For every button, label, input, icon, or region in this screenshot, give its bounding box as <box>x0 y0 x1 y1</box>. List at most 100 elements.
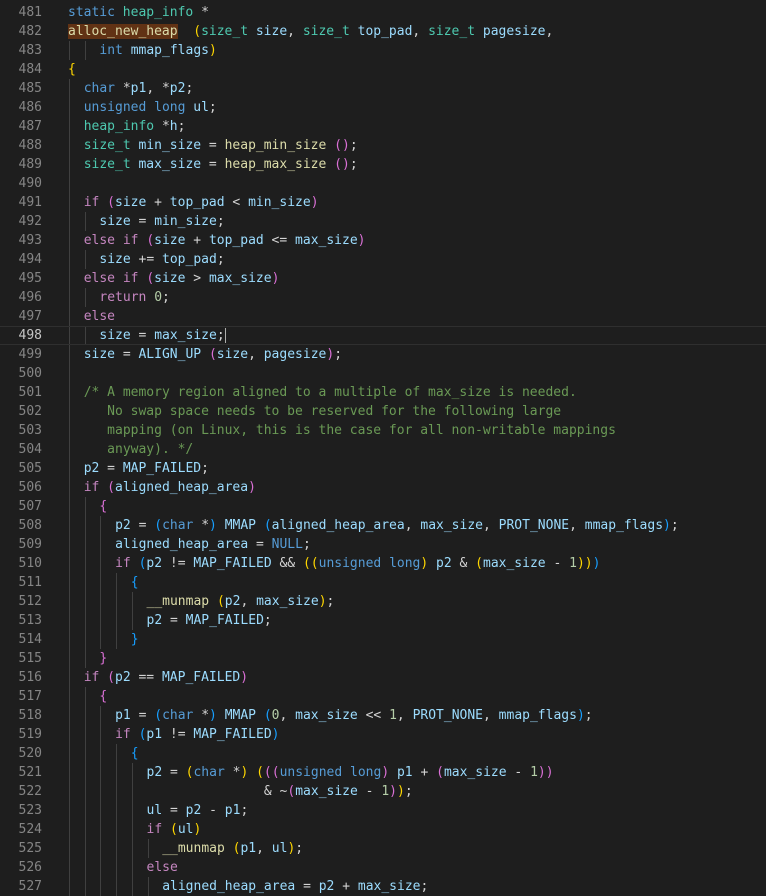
code-line[interactable]: 524 if (ul) <box>0 820 766 839</box>
code-line[interactable]: 513 p2 = MAP_FAILED; <box>0 611 766 630</box>
line-number: 503 <box>18 423 42 438</box>
code-line[interactable]: 506 if (aligned_heap_area) <box>0 478 766 497</box>
code-token: ; <box>404 784 413 799</box>
code-line[interactable]: 498 size = max_size; <box>0 326 766 345</box>
code-line[interactable]: 485 char *p1, *p2; <box>0 79 766 98</box>
code-token: max_size <box>256 594 319 609</box>
code-token: ; <box>263 613 272 628</box>
code-token: = <box>130 214 155 229</box>
code-text: & ~(max_size - 1)); <box>147 782 413 801</box>
code-line[interactable]: 525 __munmap (p1, ul); <box>0 839 766 858</box>
code-token: <= <box>263 233 296 248</box>
indent-guide <box>100 801 102 820</box>
code-text: p2 = (char *) MMAP (aligned_heap_area, m… <box>115 516 679 535</box>
code-line[interactable]: 496 return 0; <box>0 288 766 307</box>
code-line[interactable]: 522 & ~(max_size - 1)); <box>0 782 766 801</box>
indent-guide <box>69 307 70 326</box>
indent-guide <box>69 516 70 535</box>
indent-guide <box>100 839 102 858</box>
code-line[interactable]: 482 alloc_new_heap (size_t size, size_t t… <box>0 22 766 41</box>
code-line[interactable]: 508 p2 = (char *) MMAP (aligned_heap_area… <box>0 516 766 535</box>
code-line[interactable]: 526 else <box>0 858 766 877</box>
code-token: ) <box>592 556 601 571</box>
code-line[interactable]: 490 <box>0 174 766 193</box>
code-line[interactable]: 514} <box>0 630 766 649</box>
code-line[interactable]: 516 if (p2 == MAP_FAILED) <box>0 668 766 687</box>
code-line[interactable]: 505 p2 = MAP_FAILED; <box>0 459 766 478</box>
code-text: { <box>131 573 139 592</box>
code-line[interactable]: 501 /* A memory region aligned to a multi… <box>0 383 766 402</box>
code-line[interactable]: 523 ul = p2 - p1; <box>0 801 766 820</box>
code-token: size_t <box>83 157 131 172</box>
code-token: , <box>483 708 499 723</box>
line-number: 519 <box>18 727 42 742</box>
line-number: 522 <box>18 784 42 799</box>
line-number: 489 <box>18 157 42 172</box>
code-token: max_size <box>420 518 483 533</box>
line-number: 488 <box>18 138 42 153</box>
code-line[interactable]: 509 aligned_heap_area = NULL; <box>0 535 766 554</box>
code-line[interactable]: 500 <box>0 364 766 383</box>
code-token: p1 <box>115 708 131 723</box>
code-line[interactable]: 512 __munmap (p2, max_size); <box>0 592 766 611</box>
code-token: = <box>248 537 272 552</box>
indent-guide <box>100 630 102 649</box>
code-line[interactable]: 495 else if (size > max_size) <box>0 269 766 288</box>
code-token: max_size <box>443 765 507 780</box>
code-token: , * <box>146 81 170 96</box>
code-token: , <box>256 841 272 856</box>
code-line[interactable]: 494 size += top_pad; <box>0 250 766 269</box>
code-text: size = max_size; <box>99 327 226 344</box>
code-line[interactable]: 484 { <box>0 60 766 79</box>
code-line[interactable]: 497 else <box>0 307 766 326</box>
code-line[interactable]: 481 static heap_info * <box>0 3 766 22</box>
code-line[interactable]: 486 unsigned long ul; <box>0 98 766 117</box>
code-line[interactable]: 483 int mmap_flags) <box>0 41 766 60</box>
code-line[interactable]: 503 mapping (on Linux, this is the case … <box>0 421 766 440</box>
code-text: __munmap (p2, max_size); <box>147 592 335 611</box>
indent-guide <box>69 174 70 193</box>
code-token: 1 <box>381 784 390 799</box>
code-line[interactable]: 520 { <box>0 744 766 763</box>
code-line[interactable]: 489 size_t max_size = heap_max_size (); <box>0 155 766 174</box>
indent-guide <box>84 250 86 269</box>
code-token: size <box>154 271 186 286</box>
code-token: size <box>83 347 115 362</box>
line-number: 502 <box>18 404 42 419</box>
code-token: ul <box>271 841 288 856</box>
code-line[interactable]: 515} <box>0 649 766 668</box>
code-token: if <box>115 727 131 742</box>
line-number: 514 <box>18 632 42 647</box>
code-line[interactable]: 499 size = ALIGN_UP (size, pagesize); <box>0 345 766 364</box>
code-line[interactable]: 493 else if (size + top_pad <= max_size) <box>0 231 766 250</box>
code-line[interactable]: 502 No swap space needs to be reserved f… <box>0 402 766 421</box>
code-line[interactable]: 488 size_t min_size = heap_min_size (); <box>0 136 766 155</box>
code-text: size_t min_size = heap_min_size (); <box>84 136 358 155</box>
code-line[interactable]: 510 if (p2 != MAP_FAILED && ((unsigned lo… <box>0 554 766 573</box>
code-line[interactable]: 491 if (size + top_pad < min_size) <box>0 193 766 212</box>
indent-guide <box>84 611 86 630</box>
code-text: __munmap (p1, ul); <box>162 839 303 858</box>
code-line[interactable]: 487 heap_info *h; <box>0 117 766 136</box>
code-token: ; <box>201 461 209 476</box>
code-editor[interactable]: 481 static heap_info * 482 alloc_new_heap (… <box>0 3 766 896</box>
code-line[interactable]: 521 p2 = (char *) (((unsigned long) p1 + … <box>0 763 766 782</box>
code-token: } <box>99 651 108 666</box>
code-line[interactable]: 511 { <box>0 573 766 592</box>
line-number: 513 <box>18 613 42 628</box>
line-number: 485 <box>18 81 42 96</box>
code-line[interactable]: 519 if (p1 != MAP_FAILED) <box>0 725 766 744</box>
code-line[interactable]: 492 size = min_size; <box>0 212 766 231</box>
code-line[interactable]: 517 { <box>0 687 766 706</box>
code-line[interactable]: 518 p1 = (char *) MMAP (0, max_size << 1,… <box>0 706 766 725</box>
indent-guide <box>147 839 149 858</box>
code-line[interactable]: 507 { <box>0 497 766 516</box>
indent-guide <box>84 725 86 744</box>
code-token: != <box>162 727 194 742</box>
code-text: } <box>131 630 139 649</box>
code-line[interactable]: 504 anyway). */ <box>0 440 766 459</box>
line-number: 497 <box>18 309 42 324</box>
indent-guide <box>100 611 102 630</box>
